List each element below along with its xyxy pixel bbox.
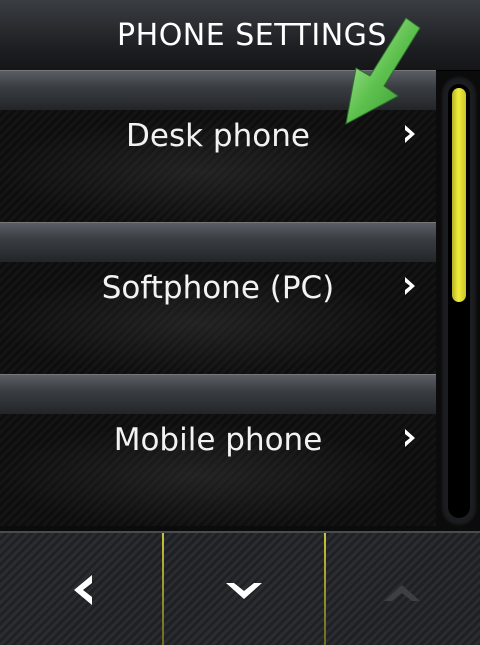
scrollbar-thumb[interactable] <box>452 88 466 302</box>
green-pointer-arrow-icon <box>345 17 421 125</box>
list-item-label: Mobile phone <box>113 422 323 458</box>
chevron-up-icon <box>384 585 420 601</box>
phone-settings-screen: PHONE SETTINGS Desk phone Softphone (PC)… <box>0 0 480 645</box>
item-bevel <box>0 374 436 415</box>
scroll-down-button[interactable] <box>164 533 324 645</box>
list-item-label: Softphone (PC) <box>101 270 335 306</box>
chevron-left-icon <box>74 575 92 605</box>
footer-toolbar <box>0 531 480 645</box>
chevron-right-icon <box>405 277 415 295</box>
scroll-up-button[interactable] <box>326 533 480 645</box>
back-button[interactable] <box>0 533 162 645</box>
item-bevel <box>0 222 436 263</box>
chevron-down-icon <box>226 583 262 599</box>
list-item-mobile-phone[interactable]: Mobile phone <box>0 374 436 526</box>
list-item-softphone-pc[interactable]: Softphone (PC) <box>0 222 436 374</box>
chevron-right-icon <box>405 429 415 447</box>
